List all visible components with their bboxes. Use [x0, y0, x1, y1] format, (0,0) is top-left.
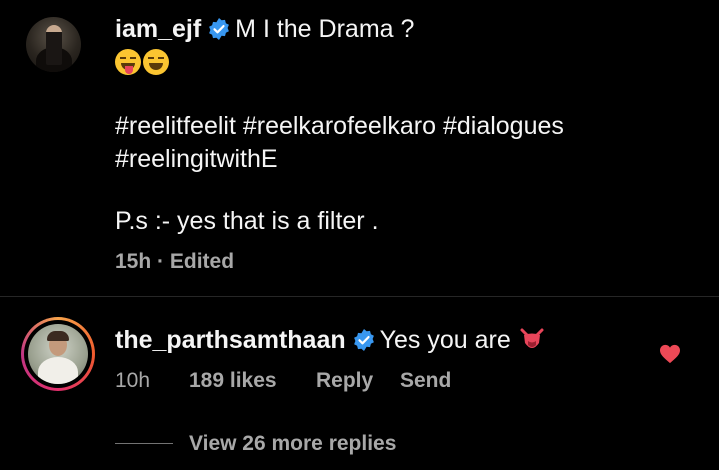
grinning-squinting-emoji [143, 49, 169, 75]
meta-separator: · [157, 250, 165, 273]
poster-username[interactable]: iam_ejf [115, 15, 201, 43]
caption-meta: 15h · Edited [115, 250, 234, 274]
commenter-avatar[interactable] [28, 324, 88, 384]
post-caption: iam_ejf M I the Drama ? #reelitfeelit #r… [0, 0, 719, 296]
commenter-username[interactable]: the_parthsamthaan [115, 326, 346, 354]
stuck-out-tongue-winking-eye-emoji [115, 49, 141, 75]
comment-likes[interactable]: 189 likes [189, 369, 277, 393]
caption-emoji-row [115, 47, 171, 77]
replies-divider-line [115, 443, 173, 444]
comment-timestamp: 10h [115, 369, 151, 392]
reply-button[interactable]: Reply [316, 369, 373, 393]
comment-first-line: the_parthsamthaan Yes you are [115, 325, 545, 355]
verified-badge-icon [353, 329, 374, 351]
caption-hashtags-line-1[interactable]: #reelitfeelit #reelkarofeelkaro #dialogu… [115, 111, 564, 141]
caption-divider [0, 296, 719, 297]
view-more-replies-button[interactable]: View 26 more replies [189, 432, 396, 456]
edited-label: Edited [169, 250, 235, 273]
verified-badge-icon [209, 18, 230, 40]
heart-icon[interactable] [659, 344, 681, 364]
avatar-figure-body [46, 25, 62, 65]
poster-avatar[interactable] [26, 17, 81, 72]
send-button[interactable]: Send [400, 369, 451, 393]
caption-text: M I the Drama ? [235, 15, 415, 43]
caption-timestamp: 15h [115, 250, 152, 273]
caption-ps: P.s :- yes that is a filter . [115, 207, 379, 235]
devil-tongue-emoji [520, 328, 544, 348]
caption-hashtags-line-2[interactable]: #reelingitwithE [115, 144, 278, 174]
comment-text: Yes you are [379, 326, 511, 354]
caption-first-line: iam_ejf M I the Drama ? [115, 14, 414, 44]
